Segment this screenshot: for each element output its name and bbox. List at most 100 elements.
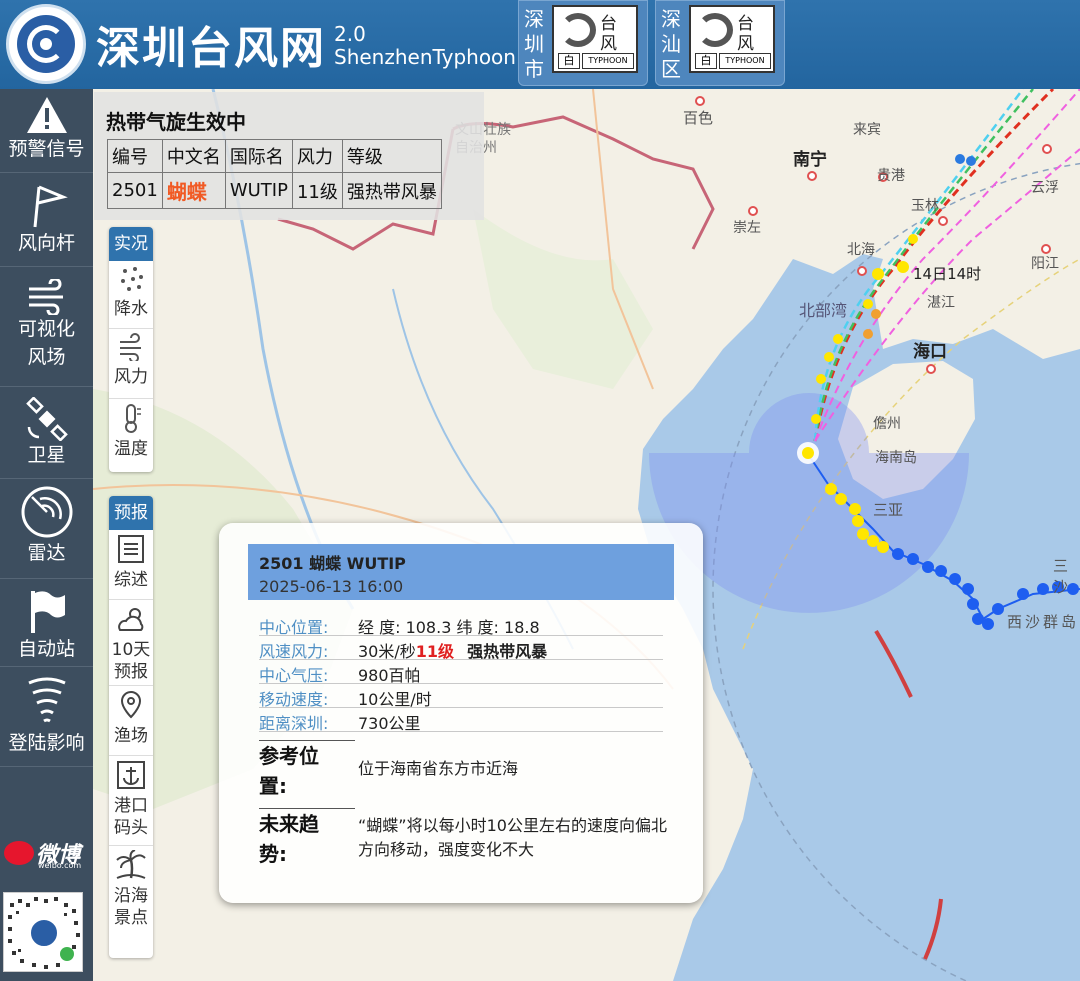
table-row[interactable]: 2501 蝴蝶 WUTIP 11级 强热带风暴 bbox=[107, 172, 442, 209]
wind-lines-icon bbox=[28, 279, 63, 315]
forecast-item-fishing[interactable]: 渔场 bbox=[109, 686, 153, 756]
map-label: 三亚 bbox=[873, 501, 904, 519]
forecast-item-summary[interactable]: 综述 bbox=[109, 530, 153, 600]
live-item-wind[interactable]: 风力 bbox=[109, 329, 153, 399]
sidebar-item-wind-flag[interactable]: 风向杆 bbox=[0, 173, 93, 267]
live-item-label: 温度 bbox=[114, 439, 148, 459]
cell-wind-level: 11级 bbox=[291, 172, 343, 209]
typhoon-logo-icon: 台 风 白 TYPHOON bbox=[552, 5, 638, 73]
table-header-row: 编号 中文名 国际名 风力 等级 bbox=[107, 139, 442, 173]
city-button-shenshan[interactable]: 深汕区 台 风 白 TYPHOON bbox=[655, 0, 785, 86]
info-value: 10公里/时 bbox=[358, 690, 432, 709]
palm-tree-icon bbox=[116, 849, 146, 879]
sidebar-item-label: 风场 bbox=[27, 346, 66, 368]
cell-grade: 强热带风暴 bbox=[341, 172, 442, 209]
popup-time: 2025-06-13 16:00 bbox=[259, 577, 404, 596]
cyclone-table: 编号 中文名 国际名 风力 等级 2501 蝴蝶 WUTIP 11级 强热带风暴 bbox=[107, 139, 442, 209]
map-label: 玉林 bbox=[911, 198, 939, 214]
live-item-rain[interactable]: 降水 bbox=[109, 261, 153, 329]
map-label: 崇左 bbox=[733, 220, 761, 236]
map-label: 海南岛 bbox=[875, 450, 917, 466]
warning-icon bbox=[26, 97, 67, 133]
forecast-item-label: 沿海 bbox=[114, 886, 148, 906]
cyclone-summary-panel: 热带气旋生效中 编号 中文名 国际名 风力 等级 2501 蝴蝶 WUTIP 1… bbox=[94, 92, 484, 220]
sidebar-item-warning[interactable]: 预警信号 bbox=[0, 89, 93, 173]
map-label: 贵港 bbox=[877, 168, 905, 184]
sidebar-item-satellite[interactable]: 卫星 bbox=[0, 387, 93, 479]
city-button-shenzhen[interactable]: 深圳市 台 风 白 TYPHOON bbox=[518, 0, 648, 86]
info-value: 980百帕 bbox=[358, 666, 421, 685]
info-label: 风速风力: bbox=[259, 642, 329, 661]
column-header: 中文名 bbox=[161, 139, 226, 173]
info-label: 距离深圳: bbox=[259, 714, 329, 733]
forecast-panel-title: 预报 bbox=[109, 496, 153, 530]
city-name: 深汕区 bbox=[661, 7, 681, 81]
typhoon-logo-icon: 台 风 白 TYPHOON bbox=[689, 5, 775, 73]
sidebar-item-landing-impact[interactable]: 登陆影响 bbox=[0, 667, 93, 767]
info-label: 中心位置: bbox=[259, 618, 329, 637]
sidebar-item-label: 自动站 bbox=[17, 638, 75, 660]
radar-icon bbox=[21, 486, 72, 538]
map-label: 来宾 bbox=[853, 122, 881, 138]
live-panel: 实况 降水 风力 温度 bbox=[109, 227, 153, 472]
forecast-item-label: 码头 bbox=[114, 818, 148, 838]
forecast-item-port[interactable]: 港口 码头 bbox=[109, 756, 153, 846]
wind-grade: 强热带风暴 bbox=[467, 642, 548, 661]
site-title: 深圳台风网 bbox=[96, 23, 326, 74]
sidebar-item-auto-station[interactable]: 自动站 bbox=[0, 579, 93, 667]
info-row-center: 中心位置: 经 度: 108.3 纬 度: 18.8 bbox=[259, 612, 663, 637]
info-value: 经 度: 108.3 纬 度: 18.8 bbox=[358, 618, 540, 637]
document-icon bbox=[118, 535, 144, 563]
column-header: 编号 bbox=[107, 139, 163, 173]
satellite-icon bbox=[25, 397, 68, 441]
ref-position-label: 参考位 置: bbox=[259, 740, 355, 801]
wind-icon bbox=[120, 333, 141, 363]
live-item-temperature[interactable]: 温度 bbox=[109, 399, 153, 469]
map-label: 湛江 bbox=[927, 295, 955, 311]
sidebar-item-label: 可视化 bbox=[17, 318, 75, 340]
wind-flag-icon bbox=[33, 185, 68, 228]
map-label: 儋州 bbox=[873, 416, 901, 432]
forecast-item-label: 港口 bbox=[114, 796, 148, 816]
station-flag-icon bbox=[30, 591, 65, 633]
forecast-item-10day[interactable]: 10天 预报 bbox=[109, 600, 153, 686]
sidebar-item-label: 登陆影响 bbox=[8, 732, 85, 754]
info-row-pressure: 中心气压: 980百帕 bbox=[259, 660, 663, 685]
live-item-label: 降水 bbox=[114, 299, 148, 319]
live-item-label: 风力 bbox=[114, 367, 148, 387]
column-header: 等级 bbox=[341, 139, 442, 173]
info-row-move-speed: 移动速度: 10公里/时 bbox=[259, 684, 663, 709]
left-sidebar: 预警信号 风向杆 可视化 风场 卫星 雷达 自动站 登陆影响 微博 weibo.… bbox=[0, 89, 93, 981]
cell-chinese-name[interactable]: 蝴蝶 bbox=[161, 172, 226, 209]
weibo-icon bbox=[4, 841, 34, 865]
popup-typhoon-name: 2501 蝴蝶 WUTIP bbox=[259, 554, 406, 573]
ref-position-value: 位于海南省东方市近海 bbox=[358, 759, 519, 778]
map-label: 三沙 bbox=[1053, 557, 1069, 596]
weibo-url: weibo.com bbox=[38, 861, 82, 870]
weibo-link[interactable]: 微博 weibo.com bbox=[4, 837, 89, 871]
header-bar: 深圳台风网 2.0 ShenzhenTyphoon 深圳市 台 风 白 TYPH… bbox=[0, 0, 1080, 89]
forecast-item-coastal[interactable]: 沿海 景点 bbox=[109, 846, 153, 946]
qr-code bbox=[3, 892, 83, 972]
sidebar-item-wind-field[interactable]: 可视化 风场 bbox=[0, 267, 93, 387]
map-label: 百色 bbox=[683, 109, 714, 127]
cell-id: 2501 bbox=[107, 172, 163, 209]
thermometer-icon bbox=[125, 404, 141, 433]
wind-speed: 30米/秒 bbox=[358, 642, 416, 661]
info-row-wind: 风速风力: 30米/秒11级 强热带风暴 bbox=[259, 636, 663, 661]
trend-value: “蝴蝶”将以每小时10公里左右的速度向偏北方向移动，强度变化不大 bbox=[358, 816, 667, 859]
fish-location-icon bbox=[120, 690, 142, 719]
meteorological-logo[interactable] bbox=[6, 4, 86, 84]
cloud-sun-icon bbox=[118, 608, 144, 631]
forecast-item-label: 10天 bbox=[111, 640, 151, 660]
map-label: 阳江 bbox=[1031, 256, 1059, 272]
popup-header: 2501 蝴蝶 WUTIP 2025-06-13 16:00 bbox=[248, 544, 674, 600]
sidebar-item-label: 雷达 bbox=[27, 542, 66, 564]
sidebar-item-radar[interactable]: 雷达 bbox=[0, 479, 93, 579]
sidebar-item-label: 预警信号 bbox=[8, 138, 85, 160]
map-label: 南宁 bbox=[793, 150, 827, 170]
live-panel-title: 实况 bbox=[109, 227, 153, 261]
info-row-distance: 距离深圳: 730公里 bbox=[259, 708, 663, 733]
column-header: 国际名 bbox=[224, 139, 293, 173]
site-subtitle: ShenzhenTyphoon bbox=[334, 45, 516, 69]
